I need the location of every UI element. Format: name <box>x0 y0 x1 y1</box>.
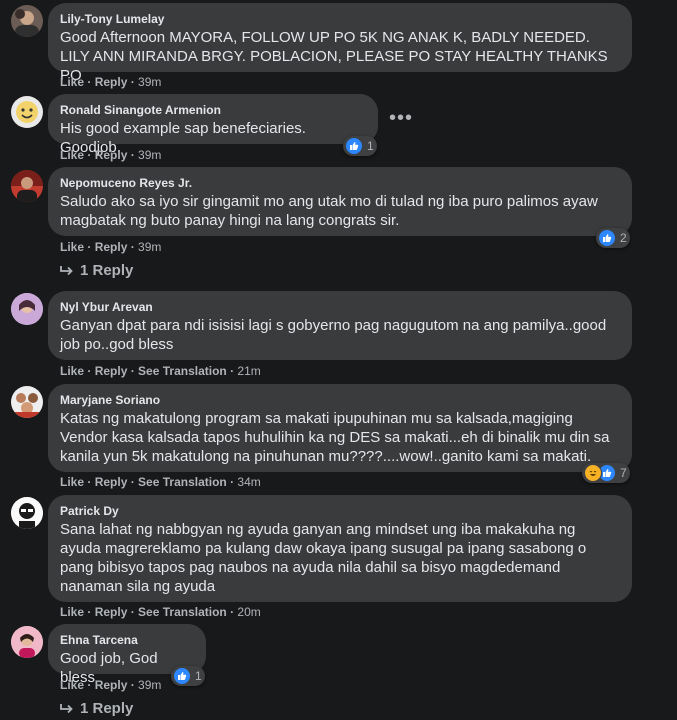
comment-actions: Like · Reply · 39m <box>60 240 162 254</box>
like-link[interactable]: Like <box>60 75 84 89</box>
comment-author[interactable]: Maryjane Soriano <box>60 392 620 408</box>
comment-actions: Like · Reply · 39m <box>60 75 162 89</box>
comment-time[interactable]: 20m <box>237 605 260 619</box>
like-link[interactable]: Like <box>60 475 84 489</box>
avatar[interactable] <box>11 386 43 418</box>
reply-link[interactable]: Reply <box>95 240 128 254</box>
comment-text: Ganyan dpat para ndi isisisi lagi s goby… <box>60 317 607 353</box>
comment-bubble: Ronald Sinangote Armenion His good examp… <box>48 94 378 156</box>
comment-bubble: Nepomuceno Reyes Jr. Saludo ako sa iyo s… <box>48 167 632 236</box>
avatar[interactable] <box>11 170 43 202</box>
comment-text: Saludo ako sa iyo sir gingamit mo ang ut… <box>60 193 598 229</box>
like-link[interactable]: Like <box>60 240 84 254</box>
reply-link[interactable]: Reply <box>95 148 128 162</box>
avatar[interactable] <box>11 293 43 325</box>
comment-time[interactable]: 34m <box>237 475 260 489</box>
comment-time[interactable]: 39m <box>138 75 161 89</box>
reaction-count[interactable]: 7 <box>582 463 630 483</box>
comment-author[interactable]: Patrick Dy <box>60 503 620 519</box>
comment-bubble: Nyl Ybur Arevan Ganyan dpat para ndi isi… <box>48 291 632 360</box>
view-replies-link[interactable]: 1 Reply <box>60 700 133 717</box>
comment-author[interactable]: Ronald Sinangote Armenion <box>60 102 366 118</box>
like-link[interactable]: Like <box>60 605 84 619</box>
comment-actions: Like · Reply · See Translation · 34m <box>60 475 261 489</box>
reply-link[interactable]: Reply <box>95 605 128 619</box>
see-translation-link[interactable]: See Translation <box>138 605 227 619</box>
comment-text: Sana lahat ng nabbgyan ng ayuda ganyan a… <box>60 521 587 595</box>
comment-time[interactable]: 39m <box>138 240 161 254</box>
reaction-number: 1 <box>367 139 374 153</box>
reply-link[interactable]: Reply <box>95 75 128 89</box>
avatar[interactable] <box>11 5 43 37</box>
haha-reaction-icon <box>584 464 602 482</box>
replies-count: 1 Reply <box>80 700 134 717</box>
like-link[interactable]: Like <box>60 678 84 692</box>
like-reaction-icon <box>345 137 363 155</box>
reaction-count[interactable]: 1 <box>343 136 377 156</box>
avatar[interactable] <box>11 497 43 529</box>
comment-author[interactable]: Nepomuceno Reyes Jr. <box>60 175 620 191</box>
reply-arrow-icon <box>60 265 73 275</box>
comment-actions: Like · Reply · 39m <box>60 148 162 162</box>
reply-link[interactable]: Reply <box>95 364 128 378</box>
see-translation-link[interactable]: See Translation <box>138 475 227 489</box>
like-link[interactable]: Like <box>60 364 84 378</box>
comment-author[interactable]: Nyl Ybur Arevan <box>60 299 620 315</box>
reaction-count[interactable]: 2 <box>596 228 630 248</box>
replies-count: 1 Reply <box>80 262 134 279</box>
like-reaction-icon <box>598 229 616 247</box>
comment-actions: Like · Reply · 39m <box>60 678 162 692</box>
comment-time[interactable]: 39m <box>138 148 161 162</box>
reply-link[interactable]: Reply <box>95 678 128 692</box>
see-translation-link[interactable]: See Translation <box>138 364 227 378</box>
like-link[interactable]: Like <box>60 148 84 162</box>
comment-actions: Like · Reply · See Translation · 21m <box>60 364 261 378</box>
avatar[interactable] <box>11 626 43 658</box>
reaction-count[interactable]: 1 <box>171 666 205 686</box>
comment-author[interactable]: Lily-Tony Lumelay <box>60 11 620 27</box>
comment-time[interactable]: 39m <box>138 678 161 692</box>
comment-time[interactable]: 21m <box>237 364 260 378</box>
avatar[interactable] <box>11 96 43 128</box>
view-replies-link[interactable]: 1 Reply <box>60 262 133 279</box>
reply-arrow-icon <box>60 703 73 713</box>
comment-bubble: Lily-Tony Lumelay Good Afternoon MAYORA,… <box>48 3 632 84</box>
reply-link[interactable]: Reply <box>95 475 128 489</box>
reaction-number: 7 <box>620 466 627 480</box>
comment-actions: Like · Reply · See Translation · 20m <box>60 605 261 619</box>
comment-bubble: Maryjane Soriano Katas ng makatulong pro… <box>48 384 632 472</box>
comment-bubble: Patrick Dy Sana lahat ng nabbgyan ng ayu… <box>48 495 632 602</box>
comment-author[interactable]: Ehna Tarcena <box>60 632 194 648</box>
more-horizontal-icon[interactable]: ••• <box>389 108 413 128</box>
comment-text: Katas ng makatulong program sa makati ip… <box>60 410 610 465</box>
reaction-number: 2 <box>620 231 627 245</box>
like-reaction-icon <box>173 667 191 685</box>
reaction-number: 1 <box>195 669 202 683</box>
